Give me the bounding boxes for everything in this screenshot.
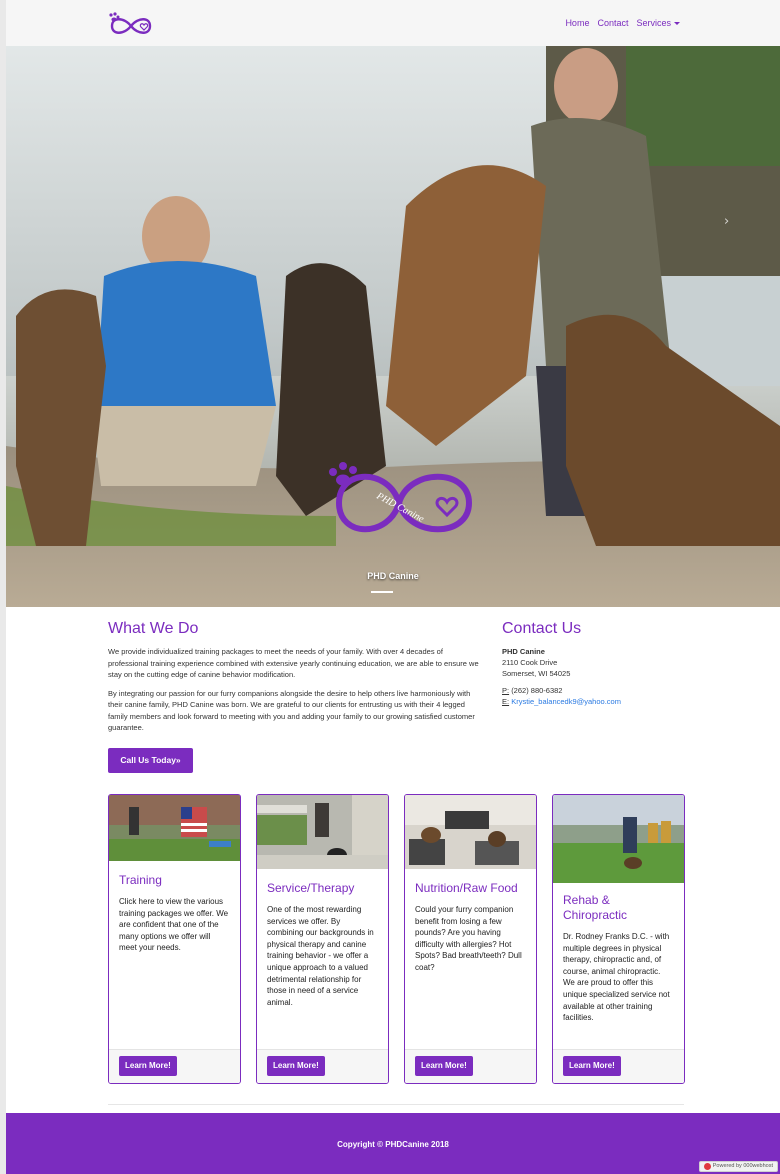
hero-carousel[interactable]: PHD Canine › PHD Canine <box>6 46 780 607</box>
what-we-do-section: What We Do We provide individualized tra… <box>108 620 480 734</box>
hosting-badge[interactable]: Powered by 000webhost <box>698 1161 778 1172</box>
card-training-title[interactable]: Training <box>109 873 240 888</box>
contact-street: 2110 Cook Drive <box>502 658 558 667</box>
contact-phone[interactable]: (262) 880-6382 <box>511 686 562 695</box>
card-service-therapy-learn-more-button[interactable]: Learn More! <box>267 1056 325 1076</box>
section-divider <box>108 1104 684 1105</box>
webhost-logo-icon <box>703 1163 711 1170</box>
card-service-therapy-title[interactable]: Service/Therapy <box>257 881 388 896</box>
carousel-next-icon[interactable]: › <box>724 214 729 229</box>
caret-down-icon <box>674 22 680 26</box>
card-nutrition-raw-food[interactable]: Nutrition/Raw Food Could your furry comp… <box>404 794 537 1084</box>
nav-contact[interactable]: Contact <box>597 18 628 28</box>
card-rehab-title[interactable]: Rehab & Chiropractic <box>553 893 684 923</box>
paw-infinity-logo-icon[interactable] <box>106 11 156 37</box>
card-service-therapy[interactable]: Service/Therapy One of the most rewardin… <box>256 794 389 1084</box>
nav-home[interactable]: Home <box>565 18 589 28</box>
contact-name: PHD Canine <box>502 647 545 656</box>
card-service-therapy-image <box>257 795 388 869</box>
card-nutrition-title[interactable]: Nutrition/Raw Food <box>405 881 536 896</box>
card-nutrition-learn-more-button[interactable]: Learn More! <box>415 1056 473 1076</box>
card-training[interactable]: Training Click here to view the various … <box>108 794 241 1084</box>
what-we-do-paragraph-1: We provide individualized training packa… <box>108 647 479 679</box>
card-training-footer: Learn More! <box>109 1049 240 1083</box>
email-label: E: <box>502 697 510 706</box>
nav-services-label: Services <box>636 18 671 28</box>
footer-copyright: Copyright © PHDCanine 2018 <box>337 1140 449 1149</box>
carousel-indicator[interactable] <box>371 591 393 593</box>
card-rehab-description: Dr. Rodney Franks D.C. - with multiple d… <box>563 932 670 1023</box>
contact-email-row: E: Krystie_balancedk9@yahoo.com <box>502 696 702 707</box>
card-training-description: Click here to view the various training … <box>119 897 229 953</box>
hero-logo-icon: PHD Canine <box>329 462 473 533</box>
navbar: Home Contact Services <box>6 0 780 46</box>
what-we-do-heading: What We Do <box>108 620 199 637</box>
contact-city: Somerset, WI 54025 <box>502 669 571 678</box>
nav-links: Home Contact Services <box>565 18 680 28</box>
what-we-do-paragraph-2: By integrating our passion for our furry… <box>108 688 475 733</box>
call-us-today-button[interactable]: Call Us Today» <box>108 748 193 773</box>
nav-services[interactable]: Services <box>636 18 680 28</box>
contact-section: Contact Us PHD Canine 2110 Cook Drive So… <box>502 620 702 707</box>
hosting-badge-text: Powered by 000webhost <box>712 1163 773 1169</box>
contact-phone-row: P: (262) 880-6382 <box>502 685 702 696</box>
card-nutrition-image <box>405 795 536 869</box>
footer: Copyright © PHDCanine 2018 Powered by 00… <box>6 1113 780 1174</box>
card-service-therapy-footer: Learn More! <box>257 1049 388 1083</box>
card-nutrition-footer: Learn More! <box>405 1049 536 1083</box>
card-nutrition-description: Could your furry companion benefit from … <box>415 905 522 972</box>
card-training-learn-more-button[interactable]: Learn More! <box>119 1056 177 1076</box>
card-rehab-learn-more-button[interactable]: Learn More! <box>563 1056 621 1076</box>
phone-label: P: <box>502 686 510 695</box>
contact-heading: Contact Us <box>502 620 582 637</box>
card-rehab-chiropractic[interactable]: Rehab & Chiropractic Dr. Rodney Franks D… <box>552 794 685 1084</box>
card-service-therapy-description: One of the most rewarding services we of… <box>267 905 374 1007</box>
contact-email-link[interactable]: Krystie_balancedk9@yahoo.com <box>511 697 621 706</box>
hero-caption: PHD Canine <box>367 571 419 581</box>
card-rehab-footer: Learn More! <box>553 1049 684 1083</box>
card-rehab-image <box>553 795 684 883</box>
card-training-image <box>109 795 240 861</box>
